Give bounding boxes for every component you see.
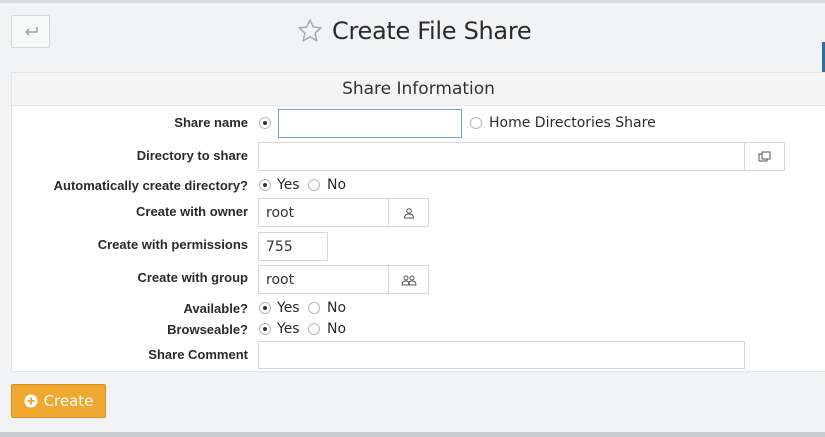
back-button[interactable] [11, 15, 50, 48]
browseable-no-label: No [327, 321, 347, 337]
create-button-label: Create [43, 392, 94, 410]
available-yes-radio[interactable] [259, 302, 271, 314]
permissions-label: Create with permissions [97, 237, 248, 252]
user-icon [403, 207, 414, 218]
comment-label: Share Comment [148, 347, 248, 362]
browseable-no-radio[interactable] [308, 323, 320, 335]
share-name-radio[interactable] [259, 117, 271, 129]
directory-label: Directory to share [136, 148, 248, 163]
group-label: Create with group [137, 270, 248, 285]
share-information-panel: Share Information Share name Home Direct… [11, 72, 825, 372]
panel-title: Share Information [12, 73, 825, 106]
page-title: Create File Share [332, 17, 532, 45]
available-label: Available? [183, 301, 248, 316]
browseable-yes-label: Yes [277, 321, 300, 337]
plus-circle-icon [24, 394, 38, 408]
available-yes-label: Yes [277, 300, 300, 316]
auto-create-label: Automatically create directory? [53, 178, 248, 193]
group-chooser-button[interactable] [388, 265, 429, 294]
comment-input[interactable] [258, 341, 745, 369]
auto-create-yes-label: Yes [277, 177, 300, 193]
auto-create-no-label: No [327, 177, 347, 193]
group-input[interactable]: root [258, 265, 389, 294]
owner-label: Create with owner [136, 204, 248, 219]
create-button[interactable]: Create [11, 384, 106, 418]
title-wrap: Create File Share [296, 13, 532, 49]
user-chooser-button[interactable] [388, 198, 429, 227]
star-outline-icon[interactable] [296, 17, 324, 45]
file-chooser-button[interactable] [744, 142, 785, 171]
directory-input[interactable] [258, 142, 745, 171]
permissions-input[interactable]: 755 [258, 232, 328, 261]
page-header: Create File Share [0, 3, 825, 59]
back-arrow-icon [24, 26, 38, 36]
group-icon [400, 275, 417, 285]
owner-input[interactable]: root [258, 198, 389, 227]
home-directories-radio[interactable] [470, 117, 482, 129]
share-name-input[interactable] [278, 109, 462, 138]
available-no-label: No [327, 300, 347, 316]
file-chooser-icon [758, 151, 771, 161]
auto-create-no-radio[interactable] [308, 179, 320, 191]
share-name-label: Share name [174, 115, 248, 130]
home-directories-label: Home Directories Share [489, 115, 656, 131]
auto-create-yes-radio[interactable] [259, 179, 271, 191]
bottom-bar [0, 432, 825, 437]
browseable-label: Browseable? [167, 322, 248, 337]
browseable-yes-radio[interactable] [259, 323, 271, 335]
available-no-radio[interactable] [308, 302, 320, 314]
